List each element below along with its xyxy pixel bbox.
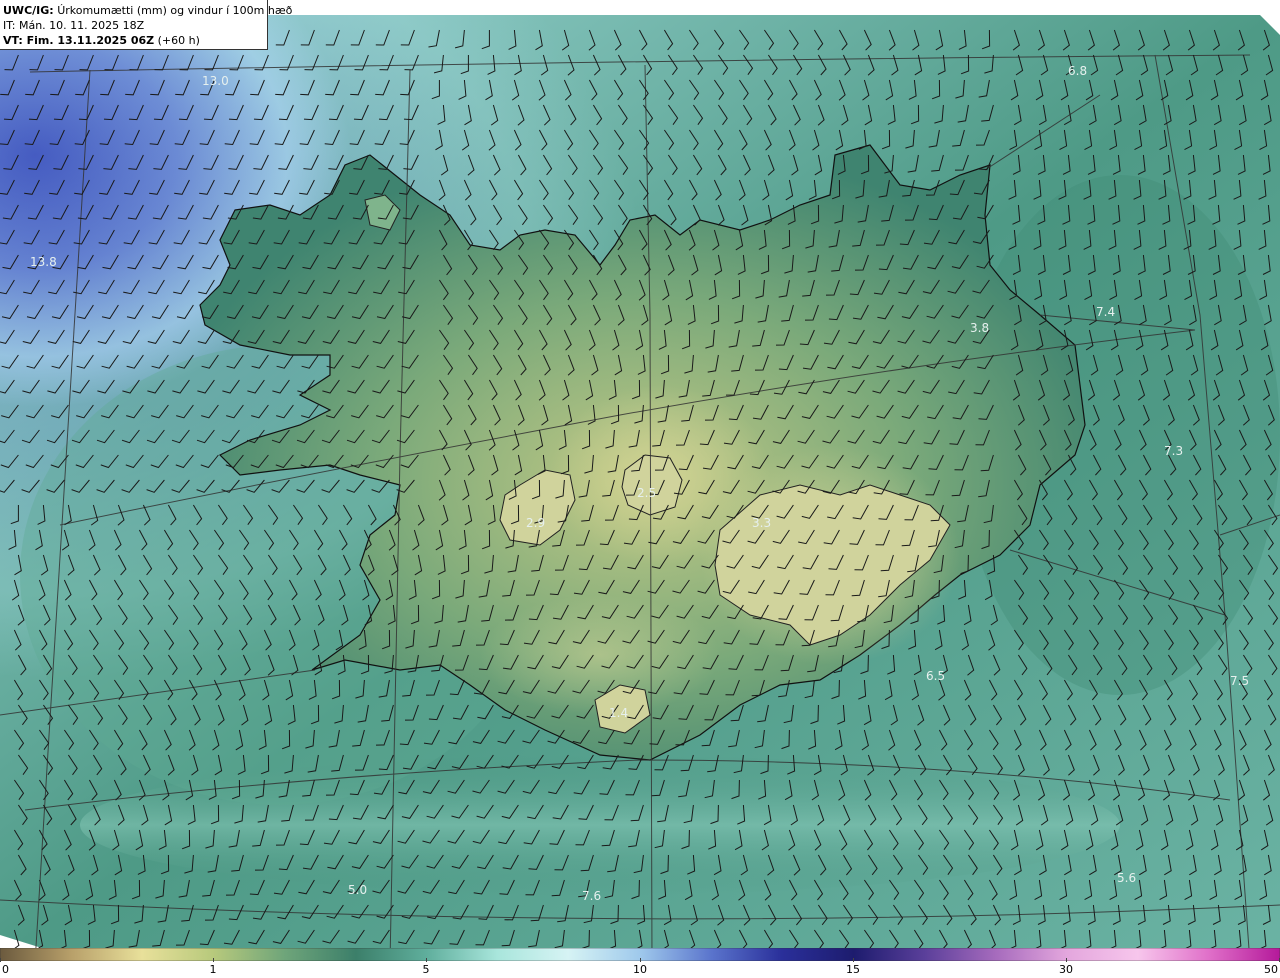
map-label: 13.8 <box>30 255 57 269</box>
colorbar-tick <box>0 958 1 962</box>
map-label: 7.3 <box>1164 444 1183 458</box>
colorbar-tick-label: 1 <box>209 963 217 976</box>
map-label: 6.5 <box>926 669 945 683</box>
map-label: 1.4 <box>609 706 628 720</box>
map-label: 5.0 <box>348 883 367 897</box>
colorbar-tick <box>640 958 641 962</box>
valid-time: VT: Fim. 13.11.2025 06Z <box>3 34 155 47</box>
map-label: 7.6 <box>582 889 601 903</box>
precipitation-wind-map: 13.0 13.8 6.8 7.4 3.8 7.3 2.5 2.9 3.3 6.… <box>0 15 1280 964</box>
colorbar-tick-label: 0 <box>2 963 9 976</box>
colorbar-tick-label: 50 <box>1264 963 1278 976</box>
title-line: UWC/IG: Úrkomumætti (mm) og vindur í 100… <box>3 3 292 18</box>
initial-time: IT: Mán. 10. 11. 2025 18Z <box>3 19 145 32</box>
colorbar-tick-label: 10 <box>633 963 647 976</box>
map-label: 3.3 <box>752 516 771 530</box>
forecast-hour: (+60 h) <box>157 34 200 47</box>
colorbar-tick-label: 5 <box>422 963 430 976</box>
map-label: 2.9 <box>526 516 545 530</box>
colorbar-tick-label: 30 <box>1059 963 1073 976</box>
map-label: 13.0 <box>202 74 229 88</box>
map-label: 2.5 <box>637 486 656 500</box>
map-label: 7.5 <box>1230 674 1249 688</box>
colorbar-tick-label: 15 <box>846 963 860 976</box>
map-label: 5.6 <box>1117 871 1136 885</box>
map-label: 7.4 <box>1096 305 1115 319</box>
map-header: UWC/IG: Úrkomumætti (mm) og vindur í 100… <box>0 0 292 50</box>
map-label: 3.8 <box>970 321 989 335</box>
map-title: Úrkomumætti (mm) og vindur í 100m hæð <box>57 4 293 17</box>
model-name: UWC/IG: <box>3 4 54 17</box>
map-label: 6.8 <box>1068 64 1087 78</box>
colorbar-tick <box>426 958 427 962</box>
colorbar: 0 1 5 10 15 30 50 <box>0 948 1280 978</box>
colorbar-tick <box>213 958 214 962</box>
valid-time-line: VT: Fim. 13.11.2025 06Z (+60 h) <box>3 33 264 48</box>
colorbar-tick <box>853 958 854 962</box>
colorbar-tick <box>1066 958 1067 962</box>
